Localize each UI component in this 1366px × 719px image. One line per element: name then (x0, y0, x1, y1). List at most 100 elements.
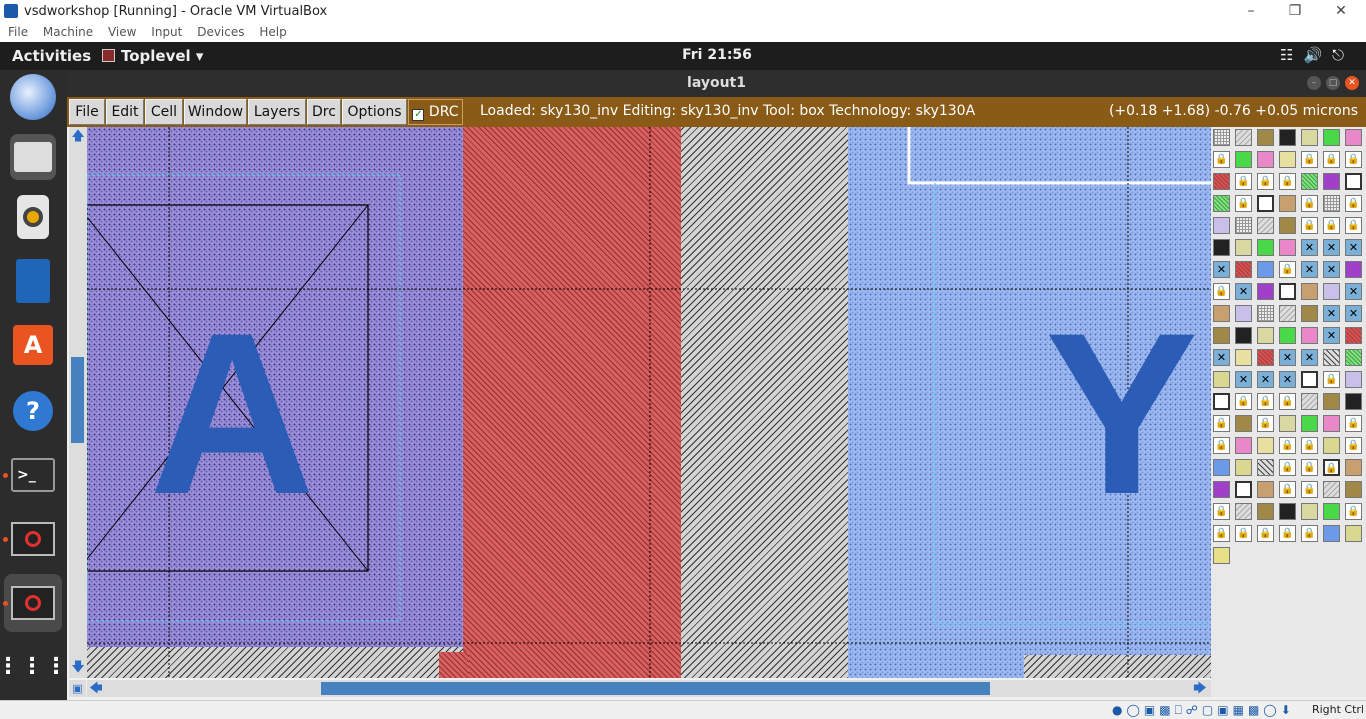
layer-swatch[interactable] (1345, 525, 1362, 542)
layer-swatch[interactable] (1257, 195, 1274, 212)
restore-button[interactable]: ❐ (1284, 1, 1306, 21)
layer-swatch[interactable]: ✕ (1301, 239, 1318, 256)
terminal-icon[interactable]: >_ (10, 452, 56, 498)
layer-swatch[interactable]: 🔒 (1257, 525, 1274, 542)
layer-swatch[interactable]: ✕ (1345, 283, 1362, 300)
layer-swatch[interactable]: 🔒 (1279, 173, 1296, 190)
layer-swatch[interactable]: ✕ (1301, 349, 1318, 366)
layer-swatch[interactable]: 🔒 (1257, 415, 1274, 432)
layer-swatch[interactable] (1213, 129, 1230, 146)
layer-swatch[interactable] (1235, 327, 1252, 344)
layer-swatch[interactable]: 🔒 (1345, 151, 1362, 168)
window-maximize-button[interactable]: □ (1326, 76, 1340, 90)
layer-swatch[interactable] (1213, 327, 1230, 344)
layer-swatch[interactable]: 🔒 (1213, 503, 1230, 520)
layer-swatch[interactable] (1279, 195, 1296, 212)
layer-swatch[interactable]: ✕ (1323, 239, 1340, 256)
clock[interactable]: Fri 21:56 (0, 47, 1366, 63)
layer-swatch[interactable] (1257, 239, 1274, 256)
layer-swatch[interactable] (1257, 151, 1274, 168)
layer-swatch[interactable]: 🔒 (1323, 151, 1340, 168)
layer-swatch[interactable] (1257, 305, 1274, 322)
layer-swatch[interactable] (1323, 129, 1340, 146)
layer-swatch[interactable]: 🔒 (1235, 525, 1252, 542)
layer-swatch[interactable]: ✕ (1235, 371, 1252, 388)
layer-swatch[interactable]: 🔒 (1213, 525, 1230, 542)
layer-swatch[interactable] (1323, 525, 1340, 542)
vb-menu-help[interactable]: Help (259, 23, 286, 42)
layer-swatch[interactable]: 🔒 (1301, 459, 1318, 476)
layer-swatch[interactable] (1279, 305, 1296, 322)
layer-swatch[interactable] (1235, 437, 1252, 454)
layer-swatch[interactable]: 🔒 (1257, 393, 1274, 410)
layer-swatch[interactable]: 🔒 (1279, 261, 1296, 278)
magic-menu-file[interactable]: File (69, 99, 105, 125)
drc-toggle[interactable]: ✓ DRC (408, 99, 463, 125)
thunderbird-icon[interactable] (10, 74, 56, 120)
layer-swatch[interactable] (1345, 261, 1362, 278)
layer-swatch[interactable]: 🔒 (1345, 217, 1362, 234)
layer-swatch[interactable] (1279, 151, 1296, 168)
layer-swatch[interactable] (1323, 283, 1340, 300)
help-icon[interactable]: ? (10, 388, 56, 434)
layer-swatch[interactable] (1235, 349, 1252, 366)
layer-swatch[interactable] (1301, 393, 1318, 410)
layer-swatch[interactable] (1301, 371, 1318, 388)
vb-menu-view[interactable]: View (108, 23, 136, 42)
layer-swatch[interactable] (1301, 173, 1318, 190)
layer-swatch[interactable] (1345, 371, 1362, 388)
layer-swatch[interactable] (1345, 173, 1362, 190)
scroll-right-arrow-icon[interactable]: 🡆 (1192, 680, 1208, 697)
window-close-button[interactable]: ✕ (1345, 76, 1359, 90)
layer-swatch[interactable] (1301, 305, 1318, 322)
layer-swatch[interactable] (1323, 503, 1340, 520)
scroll-left-arrow-icon[interactable]: 🡄 (88, 680, 104, 697)
layer-swatch[interactable]: 🔒 (1279, 525, 1296, 542)
writer-icon[interactable] (10, 258, 56, 304)
layer-swatch[interactable] (1235, 217, 1252, 234)
layer-swatch[interactable] (1279, 503, 1296, 520)
vertical-scrollbar[interactable]: 🡅 🡇 (69, 127, 87, 678)
layer-swatch[interactable] (1279, 327, 1296, 344)
layer-swatch[interactable] (1323, 173, 1340, 190)
layer-swatch[interactable] (1257, 349, 1274, 366)
layer-swatch[interactable]: 🔒 (1345, 415, 1362, 432)
layer-swatch[interactable] (1213, 459, 1230, 476)
vertical-scroll-thumb[interactable] (71, 357, 84, 443)
horizontal-scrollbar[interactable]: ▣ 🡄 🡆 (69, 680, 1211, 697)
layer-swatch[interactable] (1279, 239, 1296, 256)
layer-swatch[interactable] (1257, 327, 1274, 344)
layer-swatch[interactable] (1345, 327, 1362, 344)
layer-swatch[interactable] (1257, 217, 1274, 234)
layer-swatch[interactable] (1235, 459, 1252, 476)
layer-swatch[interactable] (1213, 173, 1230, 190)
layer-swatch[interactable] (1323, 415, 1340, 432)
window-minimize-button[interactable]: – (1307, 76, 1321, 90)
layer-swatch[interactable]: 🔒 (1301, 525, 1318, 542)
layer-swatch[interactable] (1257, 261, 1274, 278)
layer-swatch[interactable] (1345, 349, 1362, 366)
magic-icon[interactable] (10, 516, 56, 562)
magic-menu-drc[interactable]: Drc (307, 99, 341, 125)
layer-swatch[interactable]: ✕ (1257, 371, 1274, 388)
layer-swatch[interactable]: ✕ (1323, 327, 1340, 344)
layer-swatch[interactable]: 🔒 (1301, 217, 1318, 234)
magic-menu-layers[interactable]: Layers (248, 99, 306, 125)
vb-menu-input[interactable]: Input (151, 23, 182, 42)
layer-swatch[interactable]: 🔒 (1279, 459, 1296, 476)
layer-swatch[interactable] (1301, 503, 1318, 520)
layer-swatch[interactable]: 🔒 (1213, 151, 1230, 168)
layer-swatch[interactable] (1345, 129, 1362, 146)
layer-swatch[interactable]: ✕ (1301, 261, 1318, 278)
app-grid-icon[interactable]: ⋮⋮⋮ (0, 644, 67, 690)
zoom-box-icon[interactable]: ▣ (69, 680, 86, 697)
layer-swatch[interactable]: 🔒 (1279, 481, 1296, 498)
software-icon[interactable]: A (10, 322, 56, 368)
layer-swatch[interactable] (1235, 481, 1252, 498)
layer-swatch[interactable] (1345, 481, 1362, 498)
vb-menu-devices[interactable]: Devices (197, 23, 244, 42)
minimize-button[interactable]: – (1240, 1, 1262, 21)
layer-swatch[interactable] (1279, 217, 1296, 234)
layer-swatch[interactable]: ✕ (1279, 349, 1296, 366)
layer-swatch[interactable] (1301, 327, 1318, 344)
